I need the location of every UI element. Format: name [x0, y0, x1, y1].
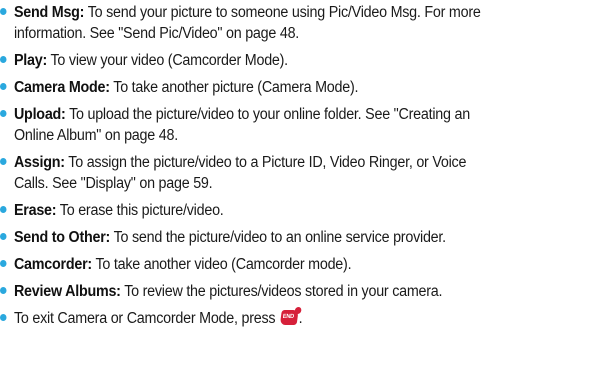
bullet-icon	[0, 314, 7, 321]
bullet-icon	[0, 233, 7, 240]
option-desc-cont: Calls. See "Display" on page 59.	[13, 175, 213, 192]
list-item-exit-note: To exit Camera or Camcorder Mode, press E…	[0, 307, 609, 329]
list-item-send-msg: Send Msg: To send your picture to someon…	[0, 2, 609, 44]
list-item-erase: Erase: To erase this picture/video.	[0, 200, 609, 221]
option-desc: To send the picture/video to an online s…	[113, 229, 447, 246]
option-desc-cont: information. See "Send Pic/Video" on pag…	[13, 25, 300, 42]
exit-note-text: To exit Camera or Camcorder Mode, press	[13, 310, 276, 327]
option-desc: To view your video (Camcorder Mode).	[50, 52, 288, 69]
option-desc: To review the pictures/videos stored in …	[124, 283, 443, 300]
option-term: Play:	[13, 52, 48, 69]
option-term: Send Msg:	[13, 4, 85, 21]
option-desc-cont: Online Album" on page 48.	[13, 127, 178, 144]
list-item-upload: Upload: To upload the picture/video to y…	[0, 104, 609, 146]
camera-options-list: Send Msg: To send your picture to someon…	[0, 2, 615, 329]
bullet-icon	[0, 56, 7, 63]
option-term: Erase:	[13, 202, 57, 219]
option-desc: To send your picture to someone using Pi…	[87, 4, 481, 21]
end-key-icon: END	[279, 307, 302, 325]
option-desc: To upload the picture/video to your onli…	[69, 106, 470, 123]
bullet-icon	[0, 206, 7, 213]
bullet-icon	[0, 83, 7, 90]
option-term: Camcorder:	[13, 256, 92, 273]
bullet-icon	[0, 110, 7, 117]
bullet-icon	[0, 287, 7, 294]
bullet-icon	[0, 260, 7, 267]
end-key-label: END	[282, 314, 295, 320]
list-item-play: Play: To view your video (Camcorder Mode…	[0, 50, 609, 71]
option-term: Review Albums:	[13, 283, 121, 300]
option-desc: To erase this picture/video.	[59, 202, 224, 219]
list-item-camera-mode: Camera Mode: To take another picture (Ca…	[0, 77, 609, 98]
manual-page: Send Msg: To send your picture to someon…	[0, 0, 615, 373]
option-term: Camera Mode:	[13, 79, 110, 96]
bullet-icon	[0, 8, 7, 15]
list-item-send-to-other: Send to Other: To send the picture/video…	[0, 227, 609, 248]
option-term: Assign:	[13, 154, 65, 171]
option-term: Send to Other:	[13, 229, 111, 246]
list-item-camcorder: Camcorder: To take another video (Camcor…	[0, 254, 609, 275]
bullet-icon	[0, 158, 7, 165]
list-item-review-albums: Review Albums: To review the pictures/vi…	[0, 281, 609, 302]
option-term: Upload:	[13, 106, 66, 123]
option-desc: To take another video (Camcorder mode).	[95, 256, 352, 273]
list-item-assign: Assign: To assign the picture/video to a…	[0, 152, 609, 194]
option-desc: To take another picture (Camera Mode).	[113, 79, 359, 96]
option-desc: To assign the picture/video to a Picture…	[68, 154, 467, 171]
